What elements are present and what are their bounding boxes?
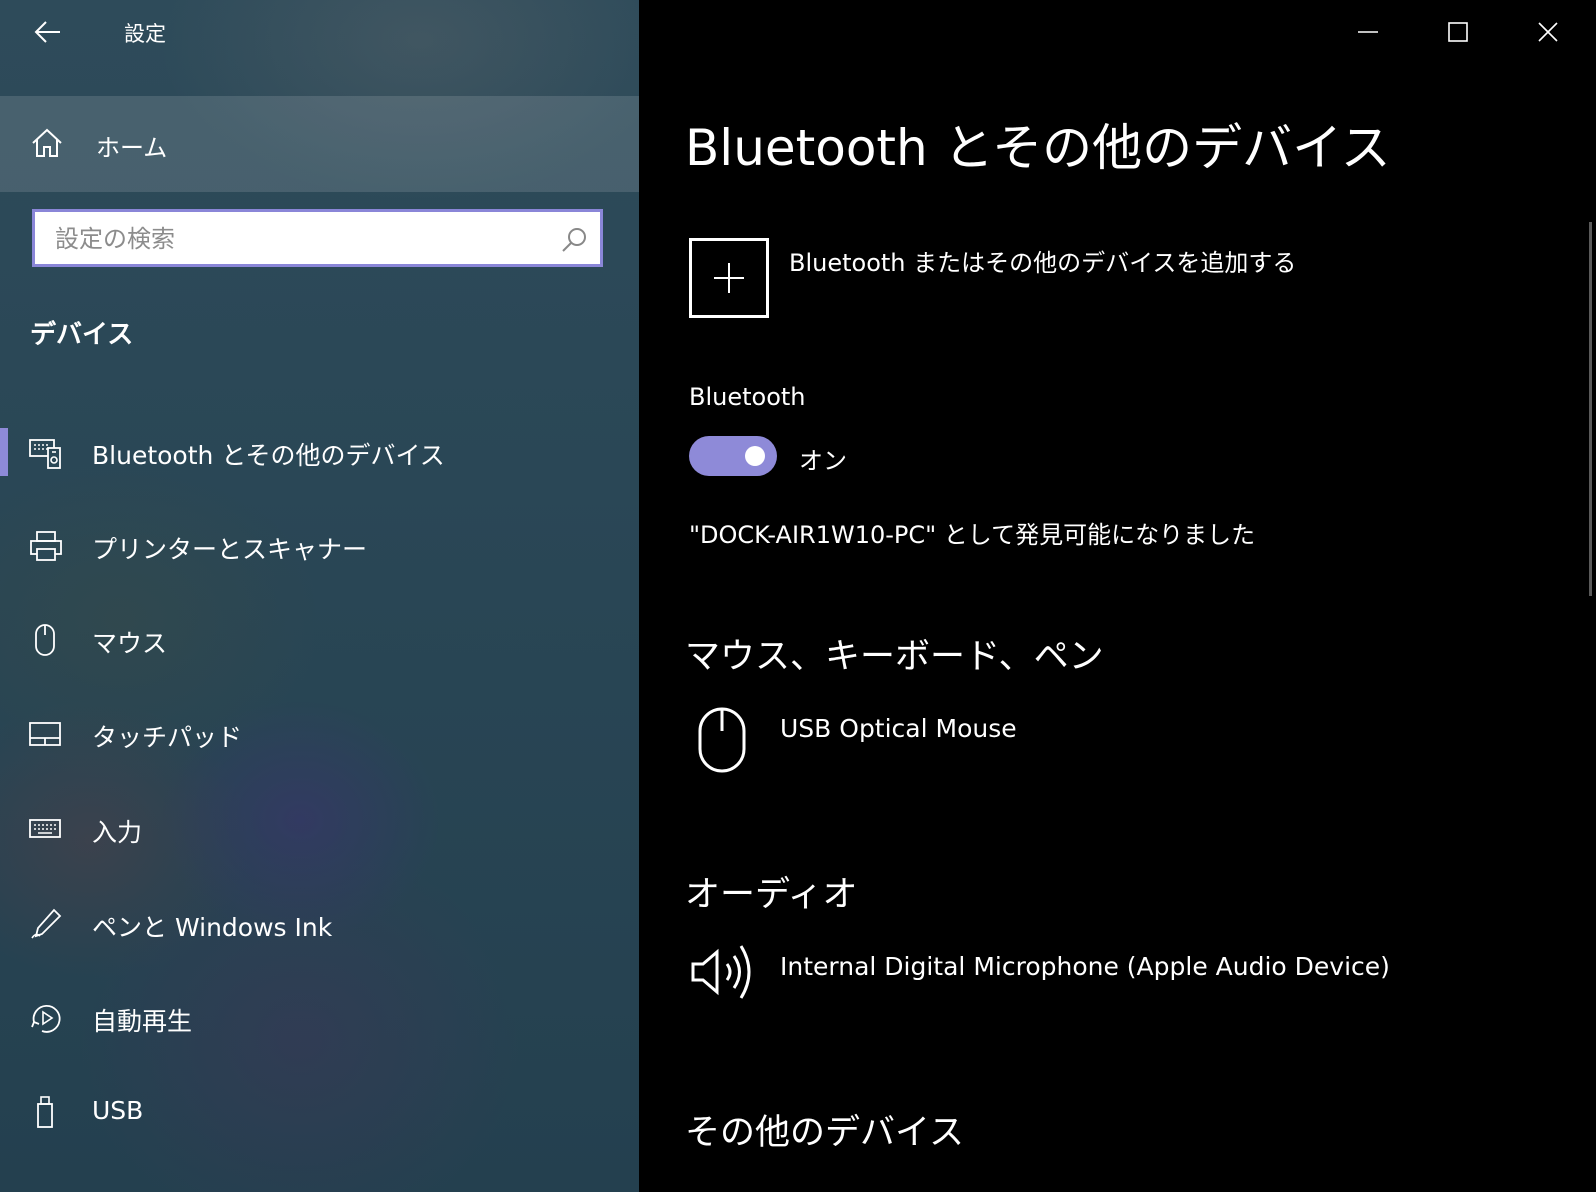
mouse-icon bbox=[698, 707, 746, 773]
search-field[interactable] bbox=[32, 209, 603, 267]
search-icon[interactable] bbox=[560, 226, 588, 254]
title-bar-left: 設定 bbox=[0, 0, 639, 64]
sidebar-item-label: ペンと Windows Ink bbox=[92, 913, 333, 942]
scrollbar[interactable] bbox=[1589, 222, 1592, 596]
app-title: 設定 bbox=[124, 22, 166, 46]
sidebar-item-usb[interactable]: USB bbox=[0, 1074, 639, 1154]
sidebar-item-autoplay[interactable]: 自動再生 bbox=[0, 980, 639, 1060]
touchpad-icon bbox=[29, 722, 61, 746]
sidebar-item-printers[interactable]: プリンターとスキャナー bbox=[0, 508, 639, 588]
sidebar-item-label: プリンターとスキャナー bbox=[92, 535, 368, 564]
autoplay-icon bbox=[31, 1004, 61, 1033]
bluetooth-devices-icon bbox=[29, 439, 61, 469]
toggle-state-label: オン bbox=[799, 447, 847, 475]
sidebar-item-label: マウス bbox=[92, 629, 168, 658]
home-icon bbox=[32, 128, 62, 157]
sidebar-item-bluetooth[interactable]: Bluetooth とその他のデバイス bbox=[0, 414, 639, 494]
section-heading-input-devices: マウス、キーボード、ペン bbox=[685, 637, 1104, 677]
keyboard-icon bbox=[29, 819, 61, 838]
sidebar-item-mouse[interactable]: マウス bbox=[0, 602, 639, 682]
toggle-knob bbox=[745, 446, 765, 466]
usb-icon bbox=[37, 1096, 53, 1128]
minimize-button[interactable] bbox=[1338, 10, 1398, 54]
bluetooth-toggle[interactable] bbox=[689, 436, 777, 476]
add-device-button[interactable] bbox=[689, 238, 769, 318]
sidebar-item-label: タッチパッド bbox=[92, 723, 243, 752]
plus-icon bbox=[714, 263, 744, 293]
add-device-label[interactable]: Bluetooth またはその他のデバイスを追加する bbox=[789, 243, 1296, 278]
bluetooth-label: Bluetooth bbox=[689, 383, 806, 411]
back-arrow-icon[interactable] bbox=[32, 18, 62, 46]
sidebar-item-label: 自動再生 bbox=[92, 1007, 193, 1036]
sidebar-item-touchpad[interactable]: タッチパッド bbox=[0, 696, 639, 776]
discoverable-status: "DOCK-AIR1W10-PC" として発見可能になりました bbox=[689, 521, 1256, 549]
page-title: Bluetooth とその他のデバイス bbox=[685, 119, 1391, 177]
sidebar-item-label: ホーム bbox=[96, 134, 168, 162]
sidebar-item-label: 入力 bbox=[92, 818, 143, 847]
printer-icon bbox=[30, 531, 62, 561]
mouse-icon bbox=[35, 624, 55, 656]
sidebar: 設定 ホーム デバイス Bluetooth とその他のデバイス bbox=[0, 0, 639, 1192]
speaker-icon bbox=[691, 945, 751, 999]
sidebar-item-input[interactable]: 入力 bbox=[0, 791, 639, 871]
sidebar-item-home[interactable]: ホーム bbox=[0, 96, 639, 192]
sidebar-item-pen[interactable]: ペンと Windows Ink bbox=[0, 886, 639, 966]
device-internal-microphone[interactable]: Internal Digital Microphone (Apple Audio… bbox=[780, 952, 1390, 981]
section-heading-other-devices: その他のデバイス bbox=[685, 1113, 964, 1153]
search-input[interactable] bbox=[53, 220, 537, 258]
pen-icon bbox=[31, 908, 62, 939]
main-content: Bluetooth とその他のデバイス Bluetooth またはその他のデバイ… bbox=[639, 0, 1596, 1192]
selection-indicator bbox=[0, 428, 8, 476]
section-title: デバイス bbox=[30, 320, 134, 350]
sidebar-item-label: USB bbox=[92, 1096, 144, 1125]
maximize-button[interactable] bbox=[1428, 10, 1488, 54]
device-usb-optical-mouse[interactable]: USB Optical Mouse bbox=[780, 714, 1017, 743]
section-heading-audio: オーディオ bbox=[685, 875, 858, 915]
sidebar-item-label: Bluetooth とその他のデバイス bbox=[92, 441, 445, 470]
close-button[interactable] bbox=[1518, 10, 1578, 54]
